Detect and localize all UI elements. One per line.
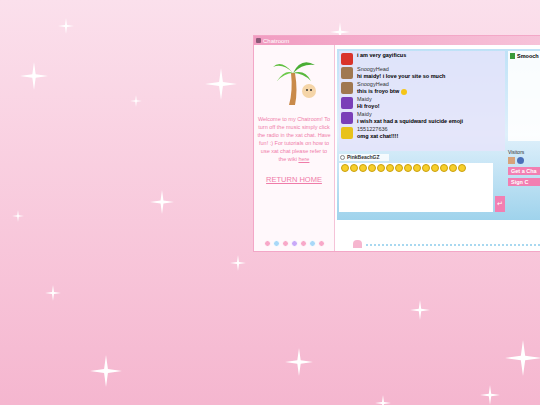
window-body: Welcome to my Chatroom! To turn off the … (254, 45, 540, 251)
emoticon-icon[interactable] (359, 164, 367, 172)
sparkle-icon (58, 18, 74, 34)
message-text: i wish xat had a squidward suicide emoji (357, 118, 463, 125)
user-column: Smooch Visitors Get a Cha Sign C (508, 51, 540, 218)
emoticon-icon[interactable] (386, 164, 394, 172)
emoticon-icon[interactable] (341, 164, 349, 172)
window-icon (256, 38, 261, 43)
message-input[interactable] (339, 163, 493, 212)
avatar-icon[interactable] (341, 112, 353, 124)
chat-column: i am very gayificus SnoogyHeadhi maidy! i… (339, 51, 505, 218)
sparkle-icon (12, 210, 24, 222)
message: SnoogyHeadthis is froyo btw (341, 81, 503, 95)
message-text: this is froyo btw (357, 88, 407, 95)
sidebar: Welcome to my Chatroom! To turn off the … (254, 45, 335, 251)
title-bar[interactable]: Chatroom (254, 36, 540, 45)
cake-icon (353, 240, 362, 248)
chatroom-window: Chatroom Welcome to my Chatroom! To turn … (253, 35, 540, 252)
visitor-avatar-icon (508, 157, 515, 164)
emoticon-icon[interactable] (377, 164, 385, 172)
message: MaidyHi froyo! (341, 96, 503, 110)
flower-icon (318, 240, 325, 247)
avatar-icon[interactable] (341, 67, 353, 79)
page: Chatroom Welcome to my Chatroom! To turn … (0, 0, 540, 405)
message: Maidyi wish xat had a squidward suicide … (341, 111, 503, 125)
user-list: Smooch (508, 51, 540, 141)
sparkle-icon (130, 95, 142, 107)
flower-icon (309, 240, 316, 247)
chat-button[interactable]: Get a Cha (508, 167, 540, 175)
message-user[interactable]: Maidy (357, 96, 380, 103)
message-text: hi maidy! i love your site so much (357, 73, 445, 80)
sparkle-icon (285, 348, 313, 376)
emoticon-bar (339, 163, 493, 173)
avatar-icon[interactable] (341, 97, 353, 109)
message-text: i am very gayificus (357, 52, 406, 59)
current-user: PinkBeachGZ (339, 154, 389, 161)
message: i am very gayificus (341, 52, 503, 65)
message-user[interactable]: Maidy (357, 111, 463, 118)
sparkle-icon (410, 300, 430, 320)
send-button[interactable]: ↵ (495, 196, 505, 212)
wiki-link[interactable]: here (298, 156, 309, 162)
input-area: ↵ (339, 163, 505, 212)
lace-border (337, 240, 540, 248)
flower-icon (264, 240, 271, 247)
main-panel: i am very gayificus SnoogyHeadhi maidy! i… (335, 45, 540, 251)
window-title: Chatroom (263, 37, 289, 45)
flower-icon (291, 240, 298, 247)
avatar-icon[interactable] (341, 53, 353, 65)
sparkle-icon (150, 190, 174, 214)
flower-border (264, 240, 325, 247)
return-home-link[interactable]: RETURN HOME (266, 175, 322, 185)
smiley-icon (401, 89, 407, 95)
message-list: i am very gayificus SnoogyHeadhi maidy! i… (339, 51, 505, 151)
sparkle-icon (20, 62, 48, 90)
radio-icon[interactable] (340, 155, 345, 160)
chat-button[interactable]: Sign C (508, 178, 540, 186)
message-user[interactable]: SnoogyHead (357, 81, 407, 88)
avatar-icon[interactable] (341, 127, 353, 139)
message: 1551227636omg xat chat!!!! (341, 126, 503, 140)
flower-icon (300, 240, 307, 247)
emoticon-icon[interactable] (404, 164, 412, 172)
sparkle-icon (205, 68, 237, 100)
message: SnoogyHeadhi maidy! i love your site so … (341, 66, 503, 80)
emoticon-icon[interactable] (395, 164, 403, 172)
emoticon-icon[interactable] (350, 164, 358, 172)
emoticon-icon[interactable] (422, 164, 430, 172)
message-user[interactable]: SnoogyHead (357, 66, 445, 73)
emoticon-icon[interactable] (449, 164, 457, 172)
message-text: omg xat chat!!!! (357, 133, 398, 140)
palm-tree-icon (271, 53, 317, 107)
sparkle-icon (375, 395, 391, 405)
chat-box: i am very gayificus SnoogyHeadhi maidy! i… (337, 49, 540, 220)
welcome-text: Welcome to my Chatroom! To turn off the … (254, 115, 334, 163)
emoticon-icon[interactable] (431, 164, 439, 172)
message-user[interactable]: 1551227636 (357, 126, 398, 133)
emoticon-icon[interactable] (413, 164, 421, 172)
sparkle-icon (90, 355, 122, 387)
emoticon-icon[interactable] (458, 164, 466, 172)
help-icon[interactable] (517, 157, 524, 164)
avatar-icon[interactable] (341, 82, 353, 94)
emoticon-icon[interactable] (368, 164, 376, 172)
sparkle-icon (45, 285, 61, 301)
user-status-icon (510, 53, 515, 59)
flower-icon (282, 240, 289, 247)
sparkle-icon (505, 340, 540, 376)
visitors-label: Visitors (508, 149, 540, 156)
emoticon-icon[interactable] (440, 164, 448, 172)
message-text: Hi froyo! (357, 103, 380, 110)
sparkle-icon (480, 385, 500, 405)
sparkle-icon (230, 255, 246, 271)
user-item[interactable]: Smooch (510, 52, 540, 60)
flower-icon (273, 240, 280, 247)
